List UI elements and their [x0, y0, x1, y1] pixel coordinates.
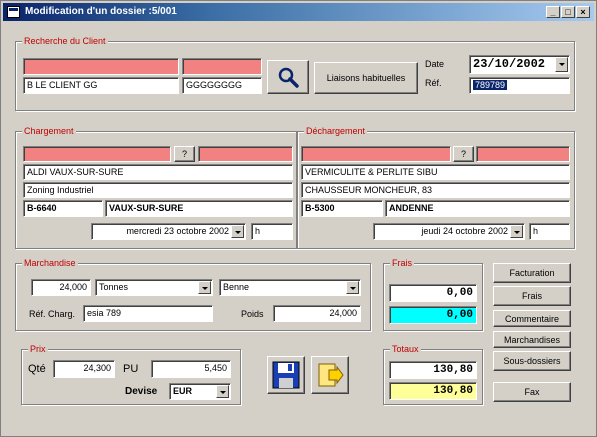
date-dropdown-icon[interactable] — [555, 57, 568, 72]
marchandise-vehicle-value: Benne — [223, 282, 250, 292]
marchandise-quantity-input[interactable]: 24,000 — [31, 279, 91, 296]
chargement-help-button[interactable]: ? — [174, 146, 195, 162]
chargement-postal-code[interactable]: B-6640 — [23, 200, 103, 217]
maximize-icon[interactable]: □ — [561, 6, 575, 18]
chargement-legend: Chargement — [22, 125, 76, 137]
search-button[interactable] — [267, 60, 309, 94]
chargement-date-dropdown-icon[interactable] — [231, 225, 244, 238]
frais-legend: Frais — [390, 257, 414, 269]
poids-input[interactable]: 24,000 — [273, 305, 361, 322]
chargement-city[interactable]: VAUX-SUR-SURE — [105, 200, 293, 217]
client-search-legend: Recherche du Client — [22, 35, 108, 47]
marchandise-unit-value: Tonnes — [99, 282, 129, 292]
qte-label: Qté — [28, 363, 46, 375]
facturation-button[interactable]: Facturation — [493, 263, 571, 283]
sous-dossiers-button[interactable]: Sous-dossiers — [493, 351, 571, 371]
vehicle-dropdown-icon[interactable] — [346, 281, 359, 294]
close-icon[interactable]: × — [576, 6, 590, 18]
title-bar[interactable]: Modification d'un dossier :5/001 _ □ × — [3, 3, 594, 21]
chargement-hour-input[interactable]: h — [251, 223, 293, 240]
devise-value: EUR — [173, 386, 193, 396]
chargement-code-input[interactable] — [198, 146, 293, 162]
search-icon — [278, 67, 299, 88]
totaux-legend: Totaux — [390, 343, 421, 355]
dechargement-date-value: jeudi 24 octobre 2002 — [421, 226, 508, 236]
marchandise-legend: Marchandise — [22, 257, 78, 269]
date-label: Date — [425, 59, 445, 69]
ref-charg-label: Réf. Charg. — [29, 309, 76, 319]
dechargement-help-button[interactable]: ? — [453, 146, 474, 162]
client-code-field[interactable]: GGGGGGGG — [182, 77, 262, 94]
dechargement-search-input[interactable] — [301, 146, 451, 162]
window-controls: _ □ × — [546, 6, 590, 18]
save-button[interactable] — [267, 356, 305, 394]
ref-value: 789789 — [473, 80, 508, 90]
dechargement-date-picker[interactable]: jeudi 24 octobre 2002 — [373, 223, 525, 240]
ref-input[interactable]: 789789 — [469, 77, 570, 94]
date-value: 23/10/2002 — [473, 57, 546, 71]
fax-button[interactable]: Fax — [493, 382, 571, 402]
client-search-input[interactable] — [23, 58, 179, 75]
window-title: Modification d'un dossier :5/001 — [25, 6, 177, 17]
exit-door-icon — [318, 363, 344, 387]
dechargement-city[interactable]: ANDENNE — [385, 200, 570, 217]
chargement-line2[interactable]: Zoning Industriel — [23, 182, 293, 198]
dechargement-legend: Déchargement — [304, 125, 368, 137]
devise-label: Devise — [125, 386, 158, 397]
ref-charg-input[interactable]: esia 789 — [83, 305, 213, 322]
liaisons-habituelles-button[interactable]: Liaisons habituelles — [314, 62, 418, 94]
marchandises-button[interactable]: Marchandises — [493, 331, 571, 348]
frais-amount-field[interactable]: 0,00 — [389, 284, 477, 302]
marchandise-unit-select[interactable]: Tonnes — [95, 279, 213, 296]
exit-button[interactable] — [311, 356, 349, 394]
dechargement-date-dropdown-icon[interactable] — [510, 225, 523, 238]
floppy-disk-icon — [272, 361, 300, 389]
ref-label: Réf. — [425, 78, 442, 88]
dechargement-line1[interactable]: VERMICULITE & PERLITE SIBU — [301, 164, 570, 180]
poids-label: Poids — [241, 309, 264, 319]
chargement-search-input[interactable] — [23, 146, 171, 162]
frais-total-field[interactable]: 0,00 — [389, 306, 477, 324]
pu-label: PU — [123, 363, 139, 375]
frais-button[interactable]: Frais — [493, 286, 571, 306]
qte-input[interactable]: 24,300 — [53, 360, 115, 378]
prix-legend: Prix — [28, 343, 48, 355]
dechargement-postal-code[interactable]: B-5300 — [301, 200, 383, 217]
app-icon — [7, 6, 20, 18]
client-name-field[interactable]: B LE CLIENT GG — [23, 77, 179, 94]
client-code-search-input[interactable] — [182, 58, 262, 75]
commentaire-button[interactable]: Commentaire — [493, 310, 571, 327]
dechargement-code-input[interactable] — [476, 146, 570, 162]
dechargement-hour-input[interactable]: h — [529, 223, 570, 240]
chargement-date-picker[interactable]: mercredi 23 octobre 2002 — [91, 223, 246, 240]
pu-input[interactable]: 5,450 — [151, 360, 231, 378]
unit-dropdown-icon[interactable] — [198, 281, 211, 294]
marchandise-vehicle-select[interactable]: Benne — [219, 279, 361, 296]
chargement-line1[interactable]: ALDI VAUX-SUR-SURE — [23, 164, 293, 180]
dechargement-line2[interactable]: CHAUSSEUR MONCHEUR, 83 — [301, 182, 570, 198]
dialog-window: Modification d'un dossier :5/001 _ □ × R… — [0, 0, 597, 437]
totaux-total-field[interactable]: 130,80 — [389, 382, 477, 400]
totaux-amount-field[interactable]: 130,80 — [389, 361, 477, 379]
chargement-date-value: mercredi 23 octobre 2002 — [126, 226, 229, 236]
date-picker[interactable]: 23/10/2002 — [469, 55, 570, 74]
minimize-icon[interactable]: _ — [546, 6, 560, 18]
devise-dropdown-icon[interactable] — [216, 385, 229, 398]
devise-select[interactable]: EUR — [169, 383, 231, 400]
